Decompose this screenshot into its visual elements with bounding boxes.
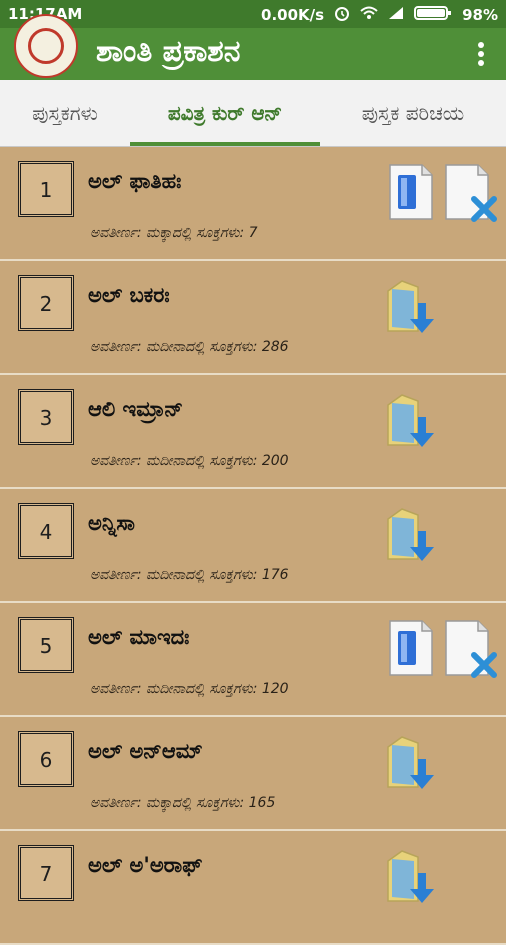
delete-file-icon[interactable] xyxy=(442,163,498,223)
read-book-icon[interactable] xyxy=(384,619,436,679)
tab-book-introduction[interactable]: ಪುಸ್ತಕ ಪರಿಚಯ xyxy=(320,80,506,146)
surah-meta: ಅವತೀರ್ಣ: ಮದೀನಾದಲ್ಲಿ ಸೂಕ್ತಗಳು: 286 xyxy=(90,339,289,355)
surah-number: 1 xyxy=(39,178,53,202)
wifi-icon xyxy=(360,6,378,24)
status-right: 0.00K/s 98% xyxy=(261,5,498,25)
delete-file-icon[interactable] xyxy=(442,619,498,679)
surah-number: 5 xyxy=(39,634,53,658)
surah-meta: ಅವತೀರ್ಣ: ಮದೀನಾದಲ್ಲಿ ಸೂಕ್ತಗಳು: 120 xyxy=(90,681,289,697)
surah-meta: ಅವತೀರ್ಣ: ಮಕ್ಕಾದಲ್ಲಿ ಸೂಕ್ತಗಳು: 165 xyxy=(90,795,276,811)
surah-name: ಅಲ್ ಮಾಇದಃ xyxy=(88,625,190,649)
surah-number-frame: 5 xyxy=(18,617,74,673)
surah-row[interactable]: 5 ಅಲ್ ಮಾಇದಃ ಅವತೀರ್ಣ: ಮದೀನಾದಲ್ಲಿ ಸೂಕ್ತಗಳು: … xyxy=(0,603,506,717)
battery-icon xyxy=(414,5,452,25)
tab-books[interactable]: ಪುಸ್ತಕಗಳು xyxy=(0,80,130,146)
surah-number-frame: 6 xyxy=(18,731,74,787)
signal-icon xyxy=(388,6,404,24)
surah-number: 2 xyxy=(39,292,53,316)
surah-name: ಅಲ್ ಅನ್‌ಆಮ್ xyxy=(88,739,203,763)
surah-number: 7 xyxy=(39,862,53,886)
surah-meta: ಅವತೀರ್ಣ: ಮದೀನಾದಲ್ಲಿ ಸೂಕ್ತಗಳು: 176 xyxy=(90,567,289,583)
download-folder-icon[interactable] xyxy=(384,277,436,337)
overflow-menu-icon[interactable] xyxy=(478,42,484,66)
network-speed: 0.00K/s xyxy=(261,6,325,24)
download-folder-icon[interactable] xyxy=(384,733,436,793)
download-folder-icon[interactable] xyxy=(384,505,436,565)
surah-row[interactable]: 6 ಅಲ್ ಅನ್‌ಆಮ್ ಅವತೀರ್ಣ: ಮಕ್ಕಾದಲ್ಲಿ ಸೂಕ್ತಗಳು… xyxy=(0,717,506,831)
surah-number-frame: 7 xyxy=(18,845,74,901)
app-logo-icon xyxy=(14,14,78,78)
surah-number: 3 xyxy=(39,406,53,430)
surah-number-frame: 3 xyxy=(18,389,74,445)
surah-meta: ಅವತೀರ್ಣ: ಮದೀನಾದಲ್ಲಿ ಸೂಕ್ತಗಳು: 200 xyxy=(90,453,289,469)
surah-name: ಅಲ್ ಫಾತಿಹಃ xyxy=(88,169,182,193)
surah-name: ಅಲ್ ಬಕರಃ xyxy=(88,283,170,307)
tab-holy-quran[interactable]: ಪವಿತ್ರ ಕುರ್ ಆನ್ xyxy=(130,80,320,146)
surah-row[interactable]: 1 ಅಲ್ ಫಾತಿಹಃ ಅವತೀರ್ಣ: ಮಕ್ಕಾದಲ್ಲಿ ಸೂಕ್ತಗಳು:… xyxy=(0,147,506,261)
surah-meta: ಅವತೀರ್ಣ: ಮಕ್ಕಾದಲ್ಲಿ ಸೂಕ್ತಗಳು: 7 xyxy=(90,225,258,241)
surah-row[interactable]: 4 ಅನ್ನಿಸಾ ಅವತೀರ್ಣ: ಮದೀನಾದಲ್ಲಿ ಸೂಕ್ತಗಳು: 17… xyxy=(0,489,506,603)
read-book-icon[interactable] xyxy=(384,163,436,223)
surah-row[interactable]: 7 ಅಲ್ ಅ'ಅರಾಫ್ xyxy=(0,831,506,945)
app-bar: ಶಾಂತಿ ಪ್ರಕಾಶನ xyxy=(0,14,506,80)
surah-row[interactable]: 2 ಅಲ್ ಬಕರಃ ಅವತೀರ್ಣ: ಮದೀನಾದಲ್ಲಿ ಸೂಕ್ತಗಳು: 2… xyxy=(0,261,506,375)
surah-row[interactable]: 3 ಆಲಿ ಇಮ್ರಾನ್ ಅವತೀರ್ಣ: ಮದೀನಾದಲ್ಲಿ ಸೂಕ್ತಗಳು… xyxy=(0,375,506,489)
alarm-icon xyxy=(334,5,350,25)
surah-name: ಅನ್ನಿಸಾ xyxy=(88,511,135,535)
surah-name: ಆಲಿ ಇಮ್ರಾನ್ xyxy=(88,397,183,421)
surah-name: ಅಲ್ ಅ'ಅರಾಫ್ xyxy=(88,853,203,877)
download-folder-icon[interactable] xyxy=(384,847,436,907)
download-folder-icon[interactable] xyxy=(384,391,436,451)
surah-number-frame: 1 xyxy=(18,161,74,217)
status-bar: 11:17AM 0.00K/s 98% xyxy=(0,0,506,28)
tab-bar: ಪುಸ್ತಕಗಳು ಪವಿತ್ರ ಕುರ್ ಆನ್ ಪುಸ್ತಕ ಪರಿಚಯ xyxy=(0,80,506,147)
surah-number-frame: 4 xyxy=(18,503,74,559)
app-title: ಶಾಂತಿ ಪ್ರಕಾಶನ xyxy=(96,34,241,69)
surah-number: 4 xyxy=(39,520,53,544)
surah-number-frame: 2 xyxy=(18,275,74,331)
surah-list: 1 ಅಲ್ ಫಾತಿಹಃ ಅವತೀರ್ಣ: ಮಕ್ಕಾದಲ್ಲಿ ಸೂಕ್ತಗಳು:… xyxy=(0,147,506,945)
battery-level: 98% xyxy=(462,6,498,24)
surah-number: 6 xyxy=(39,748,53,772)
